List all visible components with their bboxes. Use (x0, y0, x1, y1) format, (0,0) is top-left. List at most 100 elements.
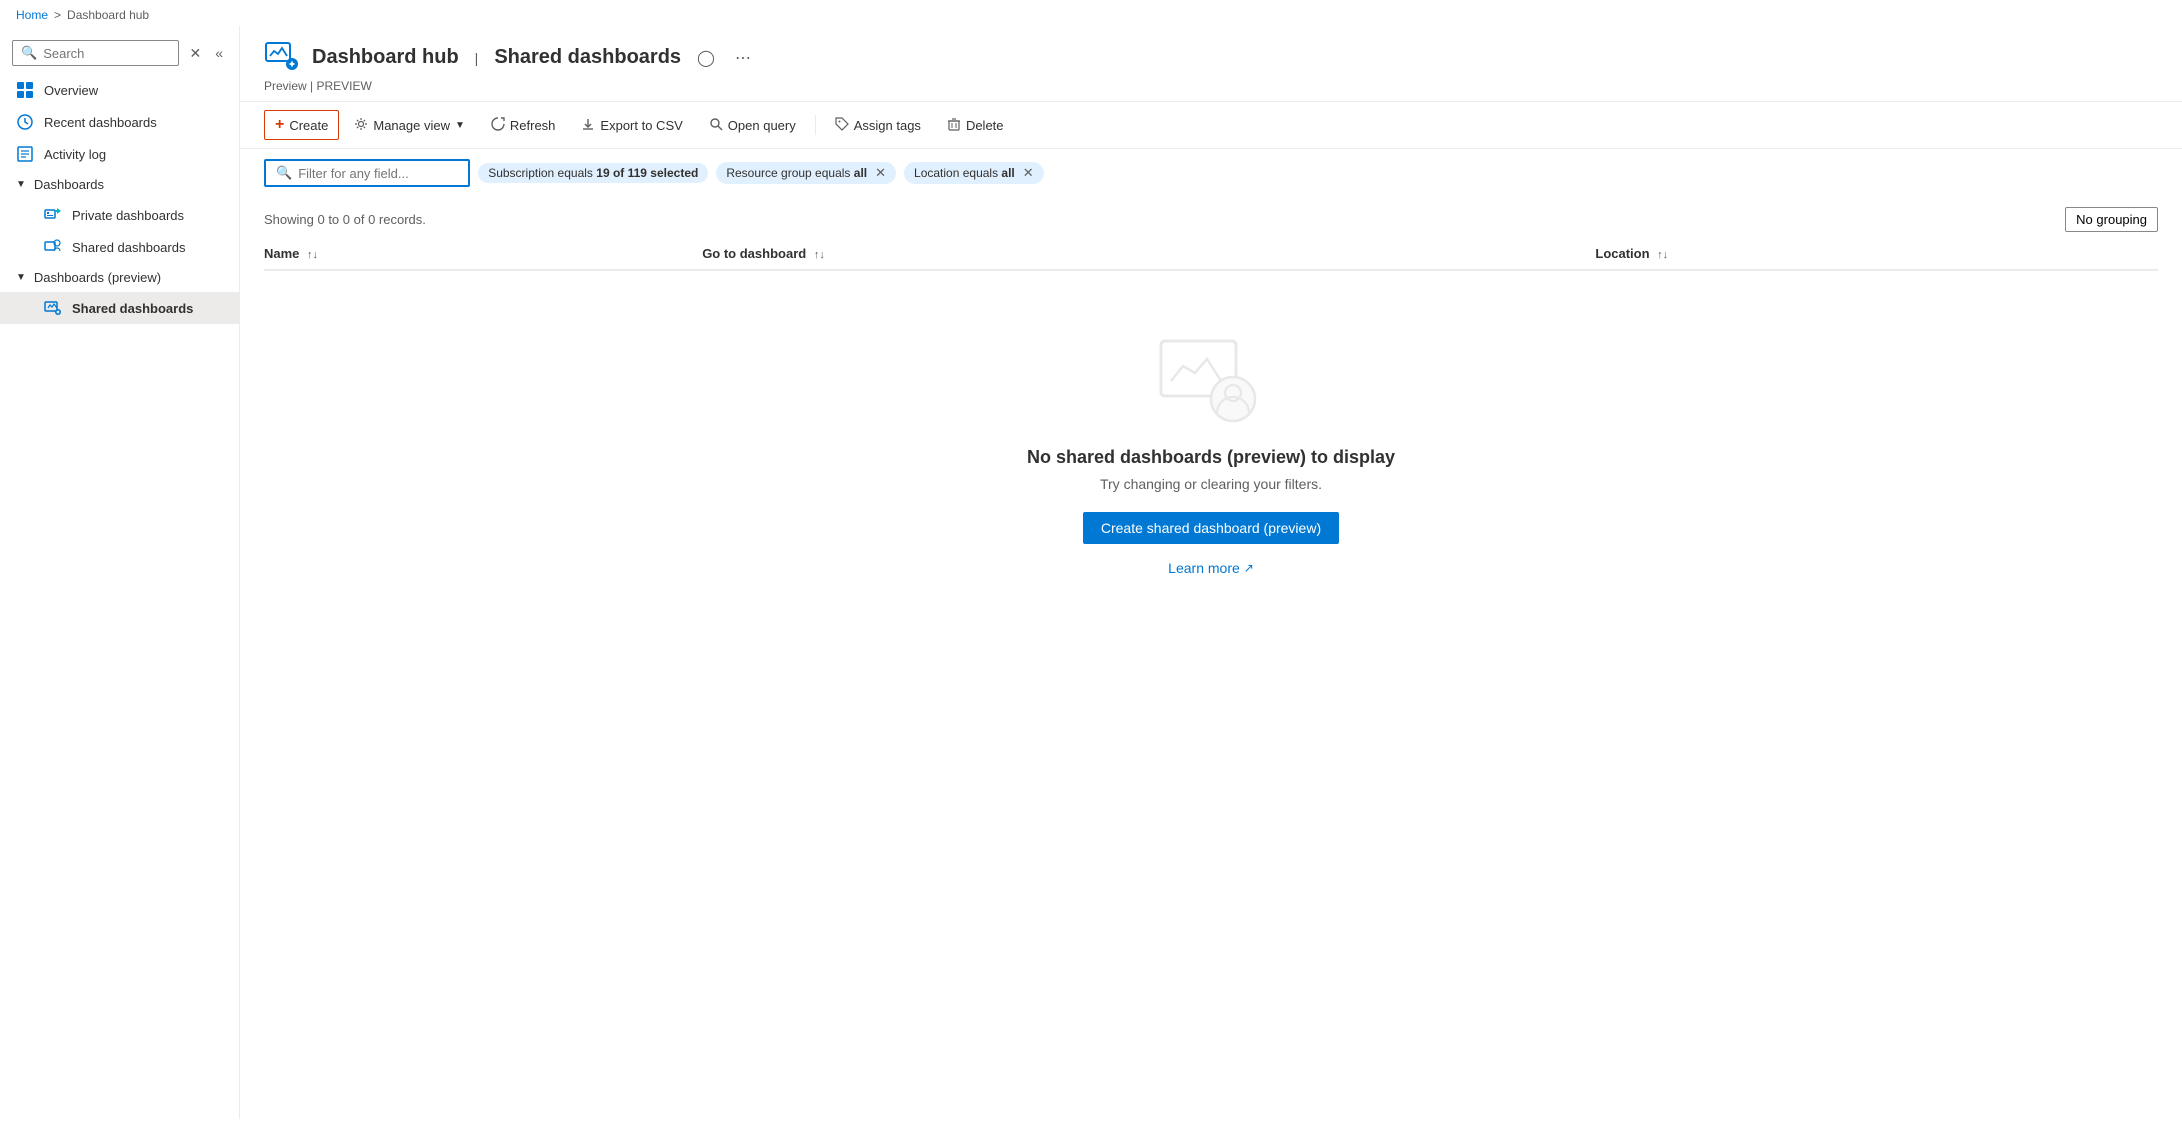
column-goto-label: Go to dashboard (702, 246, 806, 261)
create-button[interactable]: + Create (264, 110, 339, 140)
download-icon (581, 117, 595, 134)
sort-location-icon: ↑↓ (1657, 249, 1668, 261)
empty-state-subtitle: Try changing or clearing your filters. (1100, 476, 1322, 492)
sidebar-overview-label: Overview (44, 83, 98, 98)
sort-goto-icon: ↑↓ (814, 249, 825, 261)
no-grouping-button[interactable]: No grouping (2065, 207, 2158, 232)
create-label: Create (289, 118, 328, 133)
sidebar-item-shared-dashboards[interactable]: Shared dashboards (0, 231, 239, 263)
sidebar-item-overview[interactable]: Overview (0, 74, 239, 106)
location-pill-text: Location equals all (914, 166, 1015, 180)
subscription-pill-text: Subscription equals 19 of 119 selected (488, 166, 698, 180)
location-filter-pill: Location equals all ✕ (904, 162, 1044, 184)
sidebar-shared-label: Shared dashboards (72, 240, 185, 255)
sidebar-recent-label: Recent dashboards (44, 115, 157, 130)
trash-icon (947, 117, 961, 134)
clock-icon (16, 113, 34, 131)
create-dashboard-button[interactable]: Create shared dashboard (preview) (1083, 512, 1339, 544)
content-area: Showing 0 to 0 of 0 records. No grouping… (240, 197, 2182, 1119)
sidebar-item-recent-dashboards[interactable]: Recent dashboards (0, 106, 239, 138)
column-location-label: Location (1595, 246, 1649, 261)
breadcrumb: Home > Dashboard hub (0, 0, 2182, 26)
sidebar: 🔍 ✕ « Overview Recent dashboards Act (0, 26, 240, 1119)
page-icon (264, 38, 300, 77)
sidebar-activity-label: Activity log (44, 147, 106, 162)
delete-button[interactable]: Delete (936, 111, 1015, 140)
breadcrumb-current: Dashboard hub (67, 8, 149, 22)
learn-more-text: Learn more (1168, 560, 1240, 576)
main-content: Dashboard hub | Shared dashboards ◯ ⋯ Pr… (240, 26, 2182, 1119)
open-query-button[interactable]: Open query (698, 111, 807, 140)
refresh-icon (491, 117, 505, 134)
resource-group-pill-remove[interactable]: ✕ (875, 165, 886, 181)
location-pill-remove[interactable]: ✕ (1023, 165, 1034, 181)
sort-name-icon: ↑↓ (307, 249, 318, 261)
export-csv-label: Export to CSV (600, 118, 682, 133)
shared-dashboard-preview-icon (44, 299, 62, 317)
search-input[interactable] (43, 46, 170, 61)
external-link-icon: ↗ (1244, 561, 1254, 575)
data-table: Name ↑↓ Go to dashboard ↑↓ Location ↑↓ (264, 238, 2158, 271)
toolbar: + Create Manage view ▼ Refresh (240, 102, 2182, 149)
plus-icon: + (275, 116, 284, 134)
sidebar-item-activity-log[interactable]: Activity log (0, 138, 239, 170)
refresh-button[interactable]: Refresh (480, 111, 567, 140)
learn-more-link[interactable]: Learn more ↗ (1168, 560, 1254, 576)
resource-group-pill-text: Resource group equals all (726, 166, 867, 180)
column-location[interactable]: Location ↑↓ (1595, 238, 2158, 270)
page-header: Dashboard hub | Shared dashboards ◯ ⋯ Pr… (240, 26, 2182, 102)
column-go-to-dashboard[interactable]: Go to dashboard ↑↓ (702, 238, 1595, 270)
filter-input-wrapper[interactable]: 🔍 (264, 159, 470, 187)
toolbar-divider (815, 115, 816, 135)
sidebar-shared-preview-label: Shared dashboards (72, 301, 193, 316)
sidebar-group-dashboards-label: Dashboards (34, 177, 104, 192)
filter-bar: 🔍 Subscription equals 19 of 119 selected… (240, 149, 2182, 197)
sidebar-group-dashboards-preview[interactable]: ▼ Dashboards (preview) (0, 263, 239, 292)
private-dashboard-icon (44, 206, 62, 224)
delete-label: Delete (966, 118, 1004, 133)
gear-icon (354, 117, 368, 134)
page-title: Dashboard hub (312, 46, 459, 69)
empty-state-title: No shared dashboards (preview) to displa… (1027, 447, 1395, 468)
overview-icon (16, 81, 34, 99)
breadcrumb-home[interactable]: Home (16, 8, 48, 22)
page-preview-label: Preview | PREVIEW (264, 79, 2158, 93)
shared-dashboard-icon (44, 238, 62, 256)
manage-view-button[interactable]: Manage view ▼ (343, 111, 476, 140)
chevron-down-icon-preview: ▼ (16, 272, 26, 283)
resource-group-filter-pill: Resource group equals all ✕ (716, 162, 896, 184)
sidebar-item-private-dashboards[interactable]: Private dashboards (0, 199, 239, 231)
query-icon (709, 117, 723, 134)
collapse-sidebar-button[interactable]: « (211, 41, 227, 65)
assign-tags-button[interactable]: Assign tags (824, 111, 932, 140)
column-name-label: Name (264, 246, 299, 261)
pin-button[interactable]: ◯ (693, 44, 719, 72)
export-csv-button[interactable]: Export to CSV (570, 111, 693, 140)
tag-icon (835, 117, 849, 134)
open-query-label: Open query (728, 118, 796, 133)
chevron-down-manage: ▼ (455, 120, 465, 131)
page-subtitle: Shared dashboards (494, 46, 681, 69)
sidebar-item-shared-dashboards-preview[interactable]: Shared dashboards (0, 292, 239, 324)
breadcrumb-separator: > (54, 8, 61, 22)
sidebar-group-dashboards[interactable]: ▼ Dashboards (0, 170, 239, 199)
sidebar-group-preview-label: Dashboards (preview) (34, 270, 161, 285)
records-info-bar: Showing 0 to 0 of 0 records. No grouping (264, 197, 2158, 238)
chevron-down-icon: ▼ (16, 179, 26, 190)
subscription-filter-pill: Subscription equals 19 of 119 selected (478, 163, 708, 183)
activity-log-icon (16, 145, 34, 163)
refresh-label: Refresh (510, 118, 556, 133)
filter-search-icon: 🔍 (276, 165, 292, 181)
title-separator: | (475, 50, 479, 66)
search-icon: 🔍 (21, 45, 37, 61)
filter-input[interactable] (298, 166, 458, 181)
column-name[interactable]: Name ↑↓ (264, 238, 702, 270)
empty-state-icon (1151, 331, 1271, 431)
sidebar-search-area: 🔍 ✕ « (0, 34, 239, 74)
close-search-button[interactable]: ✕ (185, 41, 205, 66)
empty-state: No shared dashboards (preview) to displa… (264, 271, 2158, 616)
sidebar-private-label: Private dashboards (72, 208, 184, 223)
more-options-button[interactable]: ⋯ (731, 44, 755, 72)
search-input-wrapper[interactable]: 🔍 (12, 40, 179, 66)
manage-view-label: Manage view (373, 118, 450, 133)
